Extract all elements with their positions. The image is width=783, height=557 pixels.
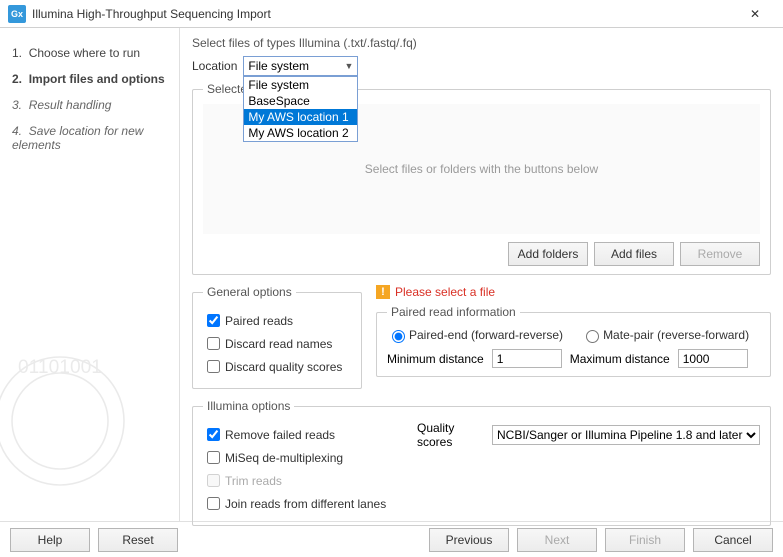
paired-reads-checkbox[interactable]: Paired reads [203,311,351,330]
close-icon[interactable]: ✕ [735,0,775,28]
step-1: 1. Choose where to run [10,40,169,66]
finish-button[interactable]: Finish [605,528,685,552]
window-title: Illumina High-Throughput Sequencing Impo… [32,7,735,21]
location-combo[interactable]: File system ▼ File system BaseSpace My A… [243,56,358,76]
discard-names-checkbox[interactable]: Discard read names [203,334,351,353]
app-icon: Gx [8,5,26,23]
paired-read-legend: Paired read information [387,305,520,319]
reset-button[interactable]: Reset [98,528,178,552]
chevron-down-icon: ▼ [344,61,353,71]
remove-button[interactable]: Remove [680,242,760,266]
decorative-ring-icon: 01101001 [0,341,140,501]
warning-icon: ! [376,285,390,299]
add-files-button[interactable]: Add files [594,242,674,266]
remove-failed-checkbox[interactable]: Remove failed reads [203,425,403,444]
trim-reads-checkbox: Trim reads [203,471,403,490]
location-dropdown-list[interactable]: File system BaseSpace My AWS location 1 … [243,76,358,142]
mate-pair-radio[interactable]: Mate-pair (reverse-forward) [581,327,749,343]
location-label: Location [192,59,237,73]
min-distance-label: Minimum distance [387,352,484,366]
footer-bar: Help Reset Previous Next Finish Cancel [0,521,783,557]
illumina-options-group: Illumina options Remove failed reads MiS… [192,399,771,526]
wizard-sidebar: 1. Choose where to run 2. Import files a… [0,28,180,521]
miseq-checkbox[interactable]: MiSeq de-multiplexing [203,448,403,467]
svg-text:01101001: 01101001 [18,357,102,378]
join-reads-checkbox[interactable]: Join reads from different lanes [203,494,403,513]
add-folders-button[interactable]: Add folders [508,242,588,266]
step-4: 4. Save location for new elements [10,118,169,158]
discard-quality-checkbox[interactable]: Discard quality scores [203,357,351,376]
warning-message: ! Please select a file [376,285,771,299]
wizard-content: Select files of types Illumina (.txt/.fa… [180,28,783,521]
general-options-legend: General options [203,285,296,299]
title-bar: Gx Illumina High-Throughput Sequencing I… [0,0,783,28]
paired-end-radio[interactable]: Paired-end (forward-reverse) [387,327,563,343]
cancel-button[interactable]: Cancel [693,528,773,552]
max-distance-input[interactable] [678,349,748,368]
location-option-basespace[interactable]: BaseSpace [244,93,357,109]
previous-button[interactable]: Previous [429,528,509,552]
quality-scores-label: Quality scores [417,421,486,449]
step-3: 3. Result handling [10,92,169,118]
min-distance-input[interactable] [492,349,562,368]
location-option-aws1[interactable]: My AWS location 1 [244,109,357,125]
location-option-aws2[interactable]: My AWS location 2 [244,125,357,141]
next-button[interactable]: Next [517,528,597,552]
general-options-group: General options Paired reads Discard rea… [192,285,362,389]
max-distance-label: Maximum distance [570,352,670,366]
help-button[interactable]: Help [10,528,90,552]
location-option-filesystem[interactable]: File system [244,77,357,93]
paired-read-info-group: Paired read information Paired-end (forw… [376,305,771,377]
illumina-options-legend: Illumina options [203,399,294,413]
quality-scores-select[interactable]: NCBI/Sanger or Illumina Pipeline 1.8 and… [492,425,760,445]
instruction-text: Select files of types Illumina (.txt/.fa… [192,36,771,50]
location-value: File system [248,59,309,73]
step-2: 2. Import files and options [10,66,169,92]
